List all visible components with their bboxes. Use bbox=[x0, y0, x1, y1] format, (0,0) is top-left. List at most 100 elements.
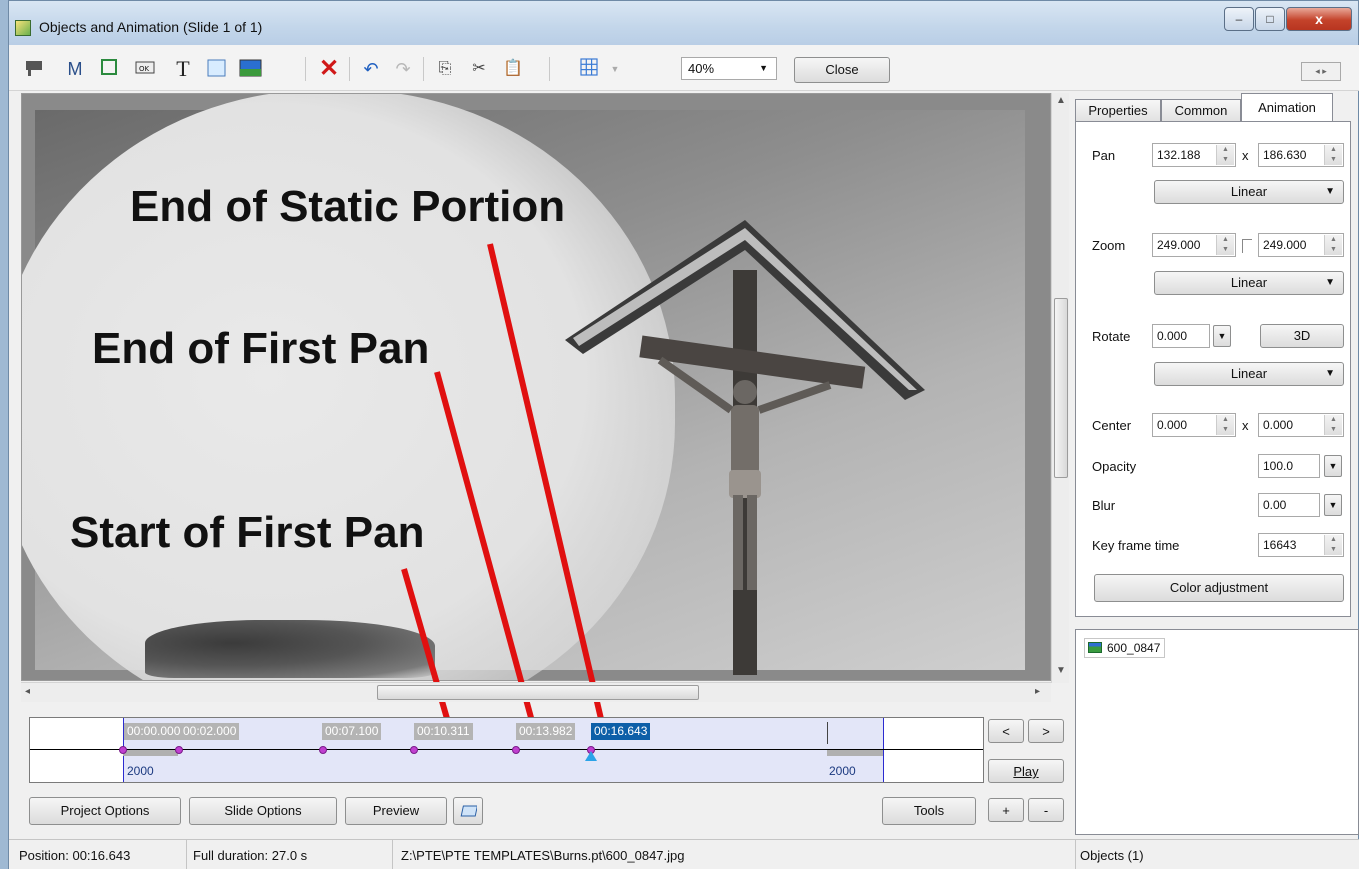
rotate-label: Rotate bbox=[1092, 329, 1131, 344]
keyframe-dot[interactable] bbox=[410, 746, 418, 754]
object-name: 600_0847 bbox=[1107, 641, 1161, 655]
keyframe-label[interactable]: 00:00.000 bbox=[124, 723, 184, 740]
zoom-y-value: 249.000 bbox=[1263, 238, 1307, 252]
vertical-scroll-thumb[interactable] bbox=[1054, 298, 1068, 478]
scroll-up-icon[interactable]: ▲ bbox=[1056, 95, 1066, 106]
chevron-down-icon[interactable]: ▼ bbox=[1324, 455, 1342, 477]
scroll-down-icon[interactable]: ▼ bbox=[1056, 665, 1066, 676]
status-file-path: Z:\PTE\PTE TEMPLATES\Burns.pt\600_0847.j… bbox=[401, 848, 685, 863]
slide-options-button[interactable]: Slide Options bbox=[189, 797, 337, 825]
remove-keyframe-button[interactable]: - bbox=[1028, 798, 1064, 822]
spinner-icon[interactable]: ▲ ▼ bbox=[1216, 415, 1234, 435]
center-y-value: 0.000 bbox=[1263, 418, 1294, 432]
prev-keyframe-button[interactable]: < bbox=[988, 719, 1024, 743]
opacity-value: 100.0 bbox=[1263, 459, 1294, 473]
pan-x-field[interactable]: 132.188 ▲ ▼ bbox=[1152, 143, 1236, 167]
fullscreen-preview-icon[interactable] bbox=[453, 797, 483, 825]
vertical-scrollbar[interactable]: ▲ ▼ bbox=[1051, 93, 1069, 683]
tab-properties[interactable]: Properties bbox=[1075, 99, 1161, 122]
transition-out-duration: 2000 bbox=[829, 764, 856, 778]
zoom-link-checkbox[interactable] bbox=[1242, 239, 1252, 253]
keyframe-label[interactable]: 00:07.100 bbox=[322, 723, 382, 740]
spinner-icon[interactable]: ▲ ▼ bbox=[1324, 415, 1342, 435]
keyframe-time-field[interactable]: 16643 ▲ ▼ bbox=[1258, 533, 1344, 557]
preview-button[interactable]: Preview bbox=[345, 797, 447, 825]
center-x-value: 0.000 bbox=[1157, 418, 1188, 432]
objects-list: 600_0847 bbox=[1075, 629, 1359, 835]
next-keyframe-button[interactable]: > bbox=[1028, 719, 1064, 743]
red-line-start-first-pan bbox=[401, 568, 455, 737]
pan-y-value: 186.630 bbox=[1263, 148, 1307, 162]
opacity-label: Opacity bbox=[1092, 459, 1137, 474]
spinner-icon[interactable]: ▲ ▼ bbox=[1216, 145, 1234, 165]
tab-common[interactable]: Common bbox=[1161, 99, 1241, 122]
keyframe-label-active[interactable]: 00:16.643 bbox=[591, 723, 651, 740]
center-x-field[interactable]: 0.000 ▲ ▼ bbox=[1152, 413, 1236, 437]
chevron-down-icon: ▼ bbox=[1325, 186, 1335, 197]
panel-tabs: Properties Common Animation bbox=[1075, 93, 1359, 122]
keyframe-dot[interactable] bbox=[319, 746, 327, 754]
pan-x-separator: x bbox=[1242, 148, 1249, 163]
scroll-right-icon[interactable]: ▸ bbox=[1035, 686, 1040, 697]
spinner-icon[interactable]: ▲ ▼ bbox=[1324, 145, 1342, 165]
keyframe-label[interactable]: 00:10.311 bbox=[414, 723, 473, 740]
keyframe-time-value: 16643 bbox=[1263, 538, 1297, 552]
keyframe-label[interactable]: 00:02.000 bbox=[180, 723, 240, 740]
chevron-down-icon[interactable]: ▼ bbox=[1213, 325, 1231, 347]
app-window: Objects and Animation (Slide 1 of 1) – □… bbox=[8, 0, 1359, 869]
keyframe-label[interactable]: 00:13.982 bbox=[516, 723, 576, 740]
zoom-label: Zoom bbox=[1092, 238, 1126, 253]
pan-x-value: 132.188 bbox=[1157, 148, 1201, 162]
red-line-end-static bbox=[487, 243, 608, 737]
timeline-tick bbox=[827, 722, 828, 744]
chevron-down-icon: ▼ bbox=[1325, 277, 1335, 288]
add-keyframe-button[interactable]: + bbox=[988, 798, 1024, 822]
pan-label: Pan bbox=[1092, 148, 1116, 163]
spinner-icon[interactable]: ▲ ▼ bbox=[1324, 535, 1342, 555]
pan-easing-value: Linear bbox=[1230, 184, 1268, 199]
horizontal-scrollbar[interactable]: ◂ ▸ bbox=[21, 682, 1051, 702]
tools-button[interactable]: Tools bbox=[882, 797, 976, 825]
scroll-left-icon[interactable]: ◂ bbox=[25, 686, 30, 697]
blur-label: Blur bbox=[1092, 498, 1116, 513]
keyframe-dot[interactable] bbox=[175, 746, 183, 754]
color-adjustment-button[interactable]: Color adjustment bbox=[1094, 574, 1344, 602]
animation-tab-content: Pan 132.188 ▲ ▼ x 186.630 ▲ ▼ Linear ▼ Zoo… bbox=[1075, 121, 1351, 617]
properties-panel: Properties Common Animation Pan 132.188 … bbox=[1075, 93, 1359, 618]
3d-button[interactable]: 3D bbox=[1260, 324, 1344, 348]
timeline[interactable]: 00:00.000 00:02.000 00:07.100 00:10.311 … bbox=[29, 717, 984, 783]
transition-in-duration: 2000 bbox=[127, 764, 154, 778]
chevron-down-icon[interactable]: ▼ bbox=[1324, 494, 1342, 516]
list-item[interactable]: 600_0847 bbox=[1084, 638, 1166, 658]
pan-y-field[interactable]: 186.630 ▲ ▼ bbox=[1258, 143, 1344, 167]
rotate-value: 0.000 bbox=[1157, 329, 1188, 343]
opacity-field[interactable]: 100.0 bbox=[1258, 454, 1320, 478]
zoom-x-value: 249.000 bbox=[1157, 238, 1201, 252]
image-icon bbox=[1088, 642, 1102, 653]
zoom-x-field[interactable]: 249.000 ▲ ▼ bbox=[1152, 233, 1236, 257]
keyframe-dot[interactable] bbox=[512, 746, 520, 754]
play-button[interactable]: Play bbox=[988, 759, 1064, 783]
center-x-separator: x bbox=[1242, 418, 1249, 433]
blur-value: 0.00 bbox=[1263, 498, 1287, 512]
status-objects-count: Objects (1) bbox=[1075, 840, 1345, 869]
center-label: Center bbox=[1092, 418, 1132, 433]
zoom-y-field[interactable]: 249.000 ▲ ▼ bbox=[1258, 233, 1344, 257]
rotate-easing-select[interactable]: Linear ▼ bbox=[1154, 362, 1344, 386]
pan-easing-select[interactable]: Linear ▼ bbox=[1154, 180, 1344, 204]
blur-field[interactable]: 0.00 bbox=[1258, 493, 1320, 517]
transition-out-bar bbox=[827, 750, 883, 756]
keyframe-time-label: Key frame time bbox=[1092, 538, 1180, 553]
timeline-end-line bbox=[883, 718, 884, 782]
zoom-easing-select[interactable]: Linear ▼ bbox=[1154, 271, 1344, 295]
playhead-marker[interactable] bbox=[585, 751, 597, 761]
project-options-button[interactable]: Project Options bbox=[29, 797, 181, 825]
spinner-icon[interactable]: ▲ ▼ bbox=[1216, 235, 1234, 255]
status-bar: Position: 00:16.643 Full duration: 27.0 … bbox=[9, 839, 1359, 869]
center-y-field[interactable]: 0.000 ▲ ▼ bbox=[1258, 413, 1344, 437]
rotate-field[interactable]: 0.000 bbox=[1152, 324, 1210, 348]
spinner-icon[interactable]: ▲ ▼ bbox=[1324, 235, 1342, 255]
horizontal-scroll-thumb[interactable] bbox=[377, 685, 699, 700]
tab-animation[interactable]: Animation bbox=[1241, 93, 1333, 122]
keyframe-dot[interactable] bbox=[119, 746, 127, 754]
